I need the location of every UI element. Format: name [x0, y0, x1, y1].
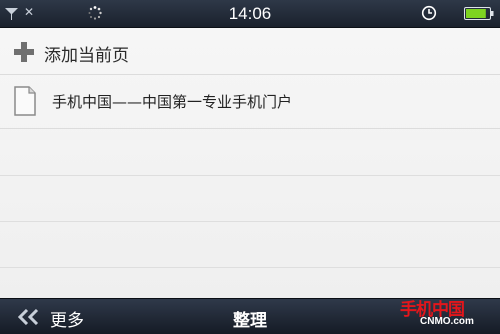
bottom-toolbar: 更多 整理 手机中国 CNMO.com — [0, 298, 500, 334]
status-bar: ✕ 14:06 — [0, 0, 500, 28]
battery-icon — [464, 7, 494, 20]
plus-icon — [14, 42, 34, 62]
bookmark-list: 添加当前页 手机中国——中国第一专业手机门户 — [0, 28, 500, 298]
divider — [0, 221, 500, 222]
watermark-url: CNMO.com — [420, 316, 474, 327]
divider — [0, 175, 500, 176]
bookmark-title: 手机中国——中国第一专业手机门户 — [52, 93, 293, 111]
bookmark-item[interactable]: 手机中国——中国第一专业手机门户 — [0, 74, 500, 129]
watermark-logo: 手机中国 CNMO.com — [398, 299, 498, 334]
document-icon — [14, 86, 36, 116]
alarm-icon — [421, 5, 437, 21]
add-current-page-button[interactable]: 添加当前页 — [0, 28, 500, 75]
divider — [0, 267, 500, 268]
add-current-page-label: 添加当前页 — [44, 46, 129, 66]
